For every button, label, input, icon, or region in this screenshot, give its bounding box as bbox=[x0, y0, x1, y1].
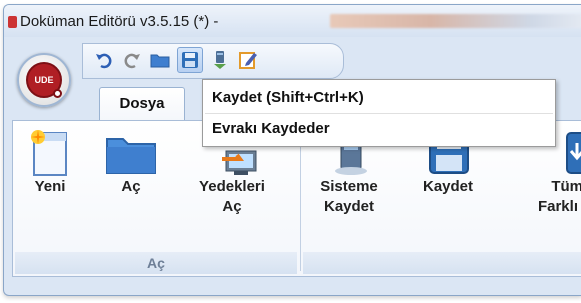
tooltip-description: Evrakı Kaydeder bbox=[212, 120, 330, 137]
open-backups-label-line2: Aç bbox=[222, 198, 242, 215]
save-all-as-label-line2: Farklı K bbox=[537, 198, 581, 215]
open-folder-button[interactable] bbox=[147, 47, 173, 73]
ude-logo-icon: UDE bbox=[26, 62, 62, 98]
save-to-system-label-line2: Kaydet bbox=[323, 198, 375, 215]
folder-icon bbox=[150, 54, 170, 68]
title-bar: Doküman Editörü v3.5.15 (*) - bbox=[4, 5, 581, 37]
save-all-as-label-line1: Tüm bbox=[551, 178, 581, 195]
group-kaydet-footer bbox=[303, 252, 581, 274]
new-document-button[interactable]: Yeni bbox=[25, 129, 75, 197]
save-tooltip-popup: Kaydet (Shift+Ctrl+K) Evrakı Kaydeder bbox=[202, 79, 556, 147]
undo-icon bbox=[96, 53, 112, 69]
redo-icon bbox=[124, 53, 140, 69]
undo-button[interactable] bbox=[91, 47, 117, 73]
floppy-disk-icon bbox=[182, 52, 198, 68]
window-title: Doküman Editörü v3.5.15 (*) - bbox=[20, 13, 219, 30]
group-ac-footer: Aç bbox=[15, 252, 297, 274]
tooltip-title: Kaydet (Shift+Ctrl+K) bbox=[212, 89, 364, 106]
app-window: Doküman Editörü v3.5.15 (*) - UDE Dosya … bbox=[3, 4, 581, 296]
folder-icon bbox=[106, 138, 156, 174]
save-ribbon-label: Kaydet bbox=[422, 178, 474, 195]
open-button-label: Aç bbox=[121, 178, 141, 195]
open-button[interactable]: Aç bbox=[101, 129, 161, 197]
redacted-file-path bbox=[330, 14, 581, 28]
application-menu-button[interactable]: UDE bbox=[17, 53, 71, 107]
app-small-icon bbox=[8, 16, 17, 28]
group-ac-label: Aç bbox=[147, 255, 165, 271]
tab-dosya[interactable]: Dosya bbox=[99, 87, 185, 120]
system-save-button[interactable] bbox=[207, 47, 233, 73]
server-save-icon bbox=[214, 51, 226, 69]
quick-access-toolbar bbox=[82, 43, 344, 79]
new-button-label: Yeni bbox=[34, 178, 66, 195]
edit-document-button[interactable] bbox=[235, 47, 261, 73]
save-to-system-label-line1: Sisteme bbox=[320, 178, 378, 195]
pencil-icon bbox=[239, 52, 257, 69]
save-button[interactable] bbox=[177, 47, 203, 73]
open-backups-label-line1: Yedekleri bbox=[199, 178, 265, 195]
redo-button[interactable] bbox=[119, 47, 145, 73]
new-document-icon bbox=[31, 130, 67, 176]
tooltip-divider bbox=[205, 113, 553, 114]
